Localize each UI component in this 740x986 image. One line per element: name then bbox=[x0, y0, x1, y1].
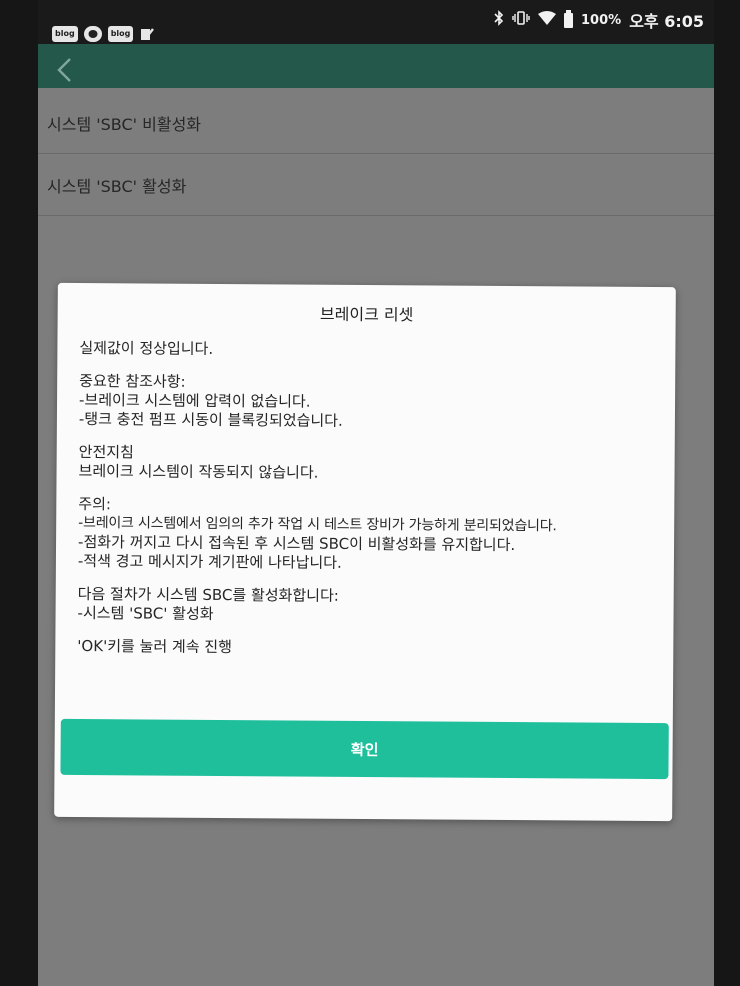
chevron-left-icon bbox=[57, 58, 71, 82]
message-line: -적색 경고 메시지가 계기판에 나타납니다. bbox=[77, 551, 342, 572]
confirm-button[interactable]: 확인 bbox=[60, 718, 669, 780]
app-bar bbox=[38, 44, 714, 88]
dialog-message: 실제값이 정상입니다. 중요한 참조사항: -브레이크 시스템에 압력이 없습니… bbox=[77, 339, 669, 674]
notification-icons: blog blog bbox=[52, 26, 155, 46]
dialog-title: 브레이크 리셋 bbox=[319, 304, 414, 325]
wifi-icon bbox=[538, 11, 557, 29]
list-item-label: 시스템 'SBC' 활성화 bbox=[47, 176, 187, 196]
message-paragraph: 주의: -브레이크 시스템에서 임의의 추가 작업 시 테스트 장비가 가능하게… bbox=[78, 495, 669, 575]
message-line: 실제값이 정상입니다. bbox=[79, 339, 214, 358]
status-indicators: 100% 오후 6:05 bbox=[494, 8, 704, 32]
clock: 오후 6:05 bbox=[629, 12, 704, 31]
blog-notification-icon-2: blog bbox=[107, 26, 134, 42]
blog-notification-icon: blog bbox=[52, 26, 78, 42]
list-item-sbc-deactivate[interactable]: 시스템 'SBC' 비활성화 bbox=[38, 92, 714, 154]
settings-list: 시스템 'SBC' 비활성화 시스템 'SBC' 활성화 bbox=[38, 92, 714, 216]
check-notification-icon bbox=[139, 26, 155, 46]
message-paragraph: 'OK'키를 눌러 계속 진행 bbox=[77, 637, 667, 660]
message-paragraph: 다음 절차가 시스템 SBC를 활성화합니다: -시스템 'SBC' 활성화 bbox=[77, 585, 667, 627]
battery-percent: 100% bbox=[581, 12, 622, 28]
list-item-sbc-activate[interactable]: 시스템 'SBC' 활성화 bbox=[38, 154, 714, 216]
tablet-screen: blog blog 100% 오후 6:05 시스템 'SBC' 비활성화 시스… bbox=[38, 0, 714, 986]
brake-reset-dialog: 브레이크 리셋 실제값이 정상입니다. 중요한 참조사항: -브레이크 시스템에… bbox=[54, 282, 676, 822]
chat-notification-icon bbox=[83, 26, 102, 42]
message-paragraph: 중요한 참조사항: -브레이크 시스템에 압력이 없습니다. -탱크 충전 펌프… bbox=[79, 372, 669, 433]
message-paragraph: 실제값이 정상입니다. bbox=[79, 339, 669, 362]
message-line: -탱크 충전 펌프 시동이 블록킹되었습니다. bbox=[78, 409, 343, 430]
bluetooth-icon bbox=[494, 10, 504, 30]
message-line: -시스템 'SBC' 활성화 bbox=[77, 603, 214, 623]
battery-icon bbox=[564, 9, 574, 28]
message-line: 'OK'키를 눌러 계속 진행 bbox=[77, 636, 233, 657]
list-item-label: 시스템 'SBC' 비활성화 bbox=[47, 114, 202, 134]
message-line: 브레이크 시스템이 작동되지 않습니다. bbox=[78, 461, 319, 482]
message-paragraph: 안전지침 브레이크 시스템이 작동되지 않습니다. bbox=[78, 443, 668, 485]
vibrate-icon bbox=[512, 11, 530, 29]
back-button[interactable] bbox=[52, 56, 80, 84]
